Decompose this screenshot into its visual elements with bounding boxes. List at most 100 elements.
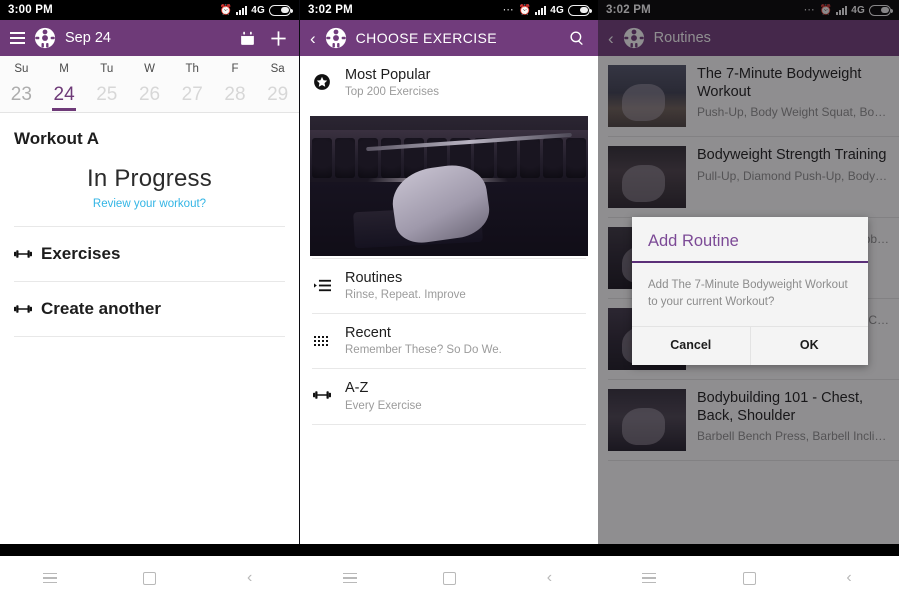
app-logo-icon [623,27,644,49]
calendar-icon[interactable] [236,27,258,49]
list-icon [312,278,332,293]
dow-w: W [144,63,155,75]
calendar-date-26[interactable]: 26 [128,80,171,112]
nav-back-icon[interactable]: ‹ [836,565,862,591]
option-subtitle: Rinse, Repeat. Improve [345,289,466,302]
divider [14,336,285,337]
star-circle-icon [312,73,332,91]
calendar-dates: 23 24 25 26 27 28 29 [0,80,299,112]
app-bar-title: Routines [653,30,711,46]
back-chevron-icon[interactable]: ‹ [608,30,614,47]
routine-title: Bodybuilding 101 - Chest, Back, Shoulder [697,390,864,424]
signal-bars-icon [535,5,547,15]
dow-m: M [59,63,69,75]
app-bar-title: Sep 24 [65,30,111,46]
calendar-date-23[interactable]: 23 [0,80,43,112]
dialog-header: Add Routine [632,217,868,261]
option-title: A-Z [345,380,369,397]
alarm-clock-icon: ⏰ [219,4,233,16]
panel-workout: 3:00 PM ⏰ 4G Sep 24 Su M Tu W Th F Sa 23… [0,0,299,600]
app-bar-choose-exercise: ‹ CHOOSE EXERCISE [300,20,598,56]
signal-bars-icon [836,5,848,15]
battery-icon [869,4,893,16]
grid-dots-icon [312,332,332,348]
app-logo-icon [325,27,346,49]
nav-segment-1: ‹ [0,556,300,600]
ok-button[interactable]: OK [749,327,869,366]
option-subtitle: Remember These? So Do We. [345,344,502,357]
option-title: Routines [345,270,403,287]
more-dots-icon: ⋯ [803,4,816,16]
routine-subtitle: Pull-Up, Diamond Push-Up, Body Weight… [697,168,889,183]
calendar-date-24-selected[interactable]: 24 [43,80,86,112]
battery-icon [269,4,293,16]
add-routine-dialog: Add Routine Add The 7-Minute Bodyweight … [632,217,869,366]
calendar-date-29[interactable]: 29 [256,80,299,112]
plus-icon[interactable] [267,27,289,49]
dialog-message: Add The 7-Minute Bodyweight Workout to y… [648,279,848,308]
option-routines[interactable]: Routines Rinse, Repeat. Improve [300,259,598,314]
routine-title: The 7-Minute Bodyweight Workout [697,66,862,100]
alarm-clock-icon: ⏰ [819,4,833,16]
nav-back-icon[interactable]: ‹ [237,565,263,591]
dow-th: Th [185,63,199,75]
network-type-label: 4G [851,4,865,16]
android-navigation-bar: ‹ ‹ ‹ [0,556,899,600]
alarm-clock-icon: ⏰ [518,4,532,16]
status-time: 3:00 PM [8,4,53,16]
search-icon[interactable] [566,27,588,49]
dow-su: Su [14,63,29,75]
dow-sa: Sa [270,63,285,75]
nav-home-icon[interactable] [137,565,163,591]
signal-bars-icon [236,5,248,15]
back-chevron-icon[interactable]: ‹ [310,30,316,47]
panel-choose-exercise: 3:02 PM ⋯ ⏰ 4G ‹ CHOOSE EXERCISE Most Po… [299,0,598,600]
workout-title: Workout A [14,129,99,148]
dialog-actions: Cancel OK [632,327,869,366]
workout-status: In Progress [87,165,212,192]
option-recent[interactable]: Recent Remember These? So Do We. [300,314,598,369]
routine-title: Bodyweight Strength Training [697,147,887,163]
status-bar: 3:02 PM ⋯ ⏰ 4G [300,0,598,20]
nav-segment-2: ‹ [300,556,600,600]
option-title: Most Popular [345,67,431,83]
panel-routines: 3:02 PM ⋯ ⏰ 4G ‹ Routines The 7-Minute B… [598,0,899,600]
option-a-z[interactable]: A-Z Every Exercise [300,369,598,424]
nav-menu-icon[interactable] [37,565,63,591]
nav-home-icon[interactable] [736,565,762,591]
routine-list-item[interactable]: Bodybuilding 101 - Chest, Back, Shoulder… [598,380,899,460]
routine-subtitle: Barbell Bench Press, Barbell Incline Ben… [697,429,889,444]
option-most-popular[interactable]: Most Popular Top 200 Exercises [300,56,598,111]
routine-thumbnail [608,389,686,451]
nav-back-icon[interactable]: ‹ [536,565,562,591]
routine-subtitle: Push-Up, Body Weight Squat, Body Weigh… [697,105,889,120]
dow-f: F [231,63,239,75]
review-workout-link[interactable]: Review your workout? [0,193,299,226]
app-bar-title: CHOOSE EXERCISE [355,30,498,46]
workout-body: Workout A In Progress Review your workou… [0,113,299,337]
routine-thumbnail [608,146,686,208]
nav-home-icon[interactable] [437,565,463,591]
row-create-another-label: Create another [41,299,161,318]
row-exercises[interactable]: Exercises [0,227,299,281]
status-bar: 3:02 PM ⋯ ⏰ 4G [598,0,899,20]
nav-segment-3: ‹ [599,556,899,600]
calendar-strip: Su M Tu W Th F Sa 23 24 25 26 27 28 29 [0,56,299,113]
hamburger-menu-icon[interactable] [10,32,25,44]
routine-list-item[interactable]: The 7-Minute Bodyweight Workout Push-Up,… [598,56,899,136]
network-type-label: 4G [251,4,265,16]
nav-menu-icon[interactable] [337,565,363,591]
calendar-date-25[interactable]: 25 [85,80,128,112]
nav-menu-icon[interactable] [636,565,662,591]
system-black-bar [0,544,899,556]
dumbbell-icon [312,389,332,401]
divider [608,460,899,461]
calendar-date-28[interactable]: 28 [214,80,257,112]
calendar-date-27[interactable]: 27 [171,80,214,112]
row-create-another[interactable]: Create another [0,282,299,336]
option-title: Recent [345,325,391,342]
cancel-button[interactable]: Cancel [632,327,750,365]
app-bar-workout: Sep 24 [0,20,299,56]
status-bar: 3:00 PM ⏰ 4G [0,0,299,20]
routine-list-item[interactable]: Bodyweight Strength Training Pull-Up, Di… [598,137,899,217]
